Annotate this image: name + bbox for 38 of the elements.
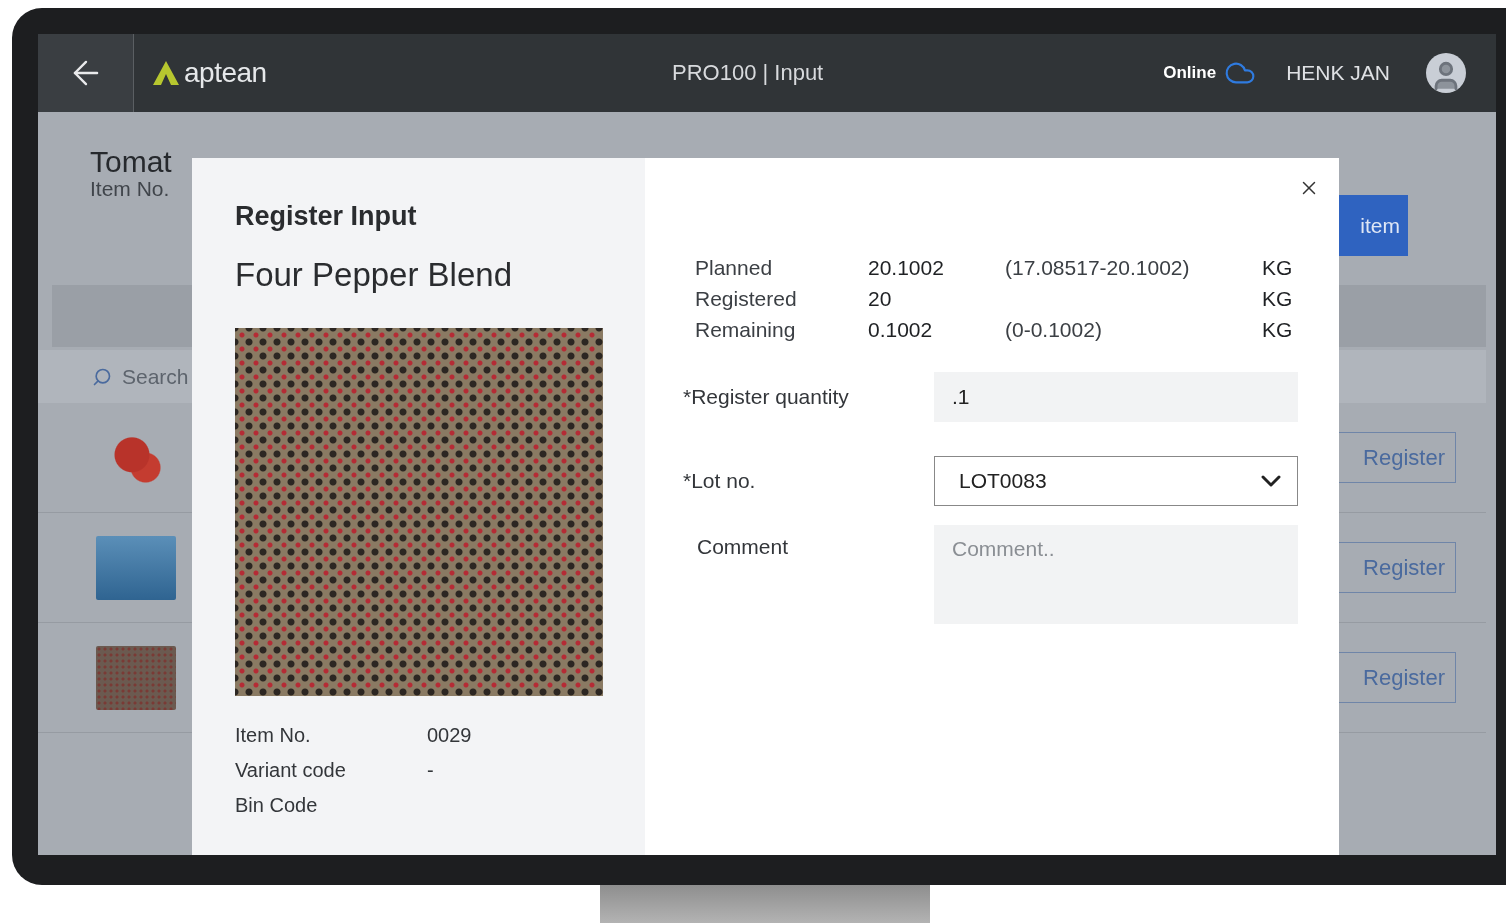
quantity-label: Planned bbox=[695, 255, 774, 280]
detail-label: Variant code bbox=[235, 759, 347, 782]
field-label: Comment bbox=[696, 534, 790, 559]
page-title: PRO100 | Input bbox=[671, 60, 825, 86]
unit-text: KG bbox=[1262, 317, 1294, 342]
register-button[interactable]: Register bbox=[1339, 432, 1456, 483]
register-button[interactable]: Register bbox=[1339, 542, 1456, 593]
quantity-value: 0.1002 bbox=[868, 317, 934, 342]
unit-text: KG bbox=[1262, 255, 1294, 280]
user-avatar[interactable] bbox=[1426, 53, 1466, 93]
quantity-field[interactable]: .1 bbox=[934, 372, 1298, 422]
item-number-label: Item No. bbox=[90, 178, 171, 200]
lot-dropdown[interactable]: LOT0083 bbox=[934, 456, 1298, 506]
quantity-label: Remaining bbox=[695, 317, 797, 342]
quantity-range: (17.08517-20.1002) bbox=[1005, 255, 1191, 280]
item-title: Tomat bbox=[90, 146, 173, 178]
detail-label: Item No. bbox=[235, 724, 312, 747]
item-name: Four Pepper Blend bbox=[235, 256, 513, 294]
search-icon bbox=[92, 366, 112, 387]
logo-text: aptean bbox=[184, 57, 267, 89]
detail-value: - bbox=[427, 759, 435, 782]
quantity-range: (0-0.1002) bbox=[1005, 317, 1103, 342]
detail-value: 0029 bbox=[427, 724, 473, 747]
user-name: HENK JAN bbox=[1286, 61, 1390, 85]
search-field[interactable]: Search bbox=[38, 350, 192, 403]
quantity-value: 20.1002 bbox=[868, 255, 945, 280]
quantity-value: 20 bbox=[868, 286, 893, 311]
comment-field[interactable]: Comment.. bbox=[934, 525, 1298, 624]
unit-text: KG bbox=[1262, 286, 1294, 311]
field-label: *Lot no. bbox=[683, 469, 757, 493]
add-item-button[interactable]: item bbox=[1339, 195, 1408, 256]
status-text: Online bbox=[1163, 63, 1217, 83]
quantity-label: Registered bbox=[695, 286, 798, 311]
field-label: *Register quantity bbox=[683, 385, 850, 409]
detail-label: Bin Code bbox=[235, 794, 319, 817]
register-button[interactable]: Register bbox=[1339, 652, 1456, 703]
dialog-title: Register Input bbox=[235, 201, 418, 232]
logo-icon bbox=[152, 60, 180, 86]
